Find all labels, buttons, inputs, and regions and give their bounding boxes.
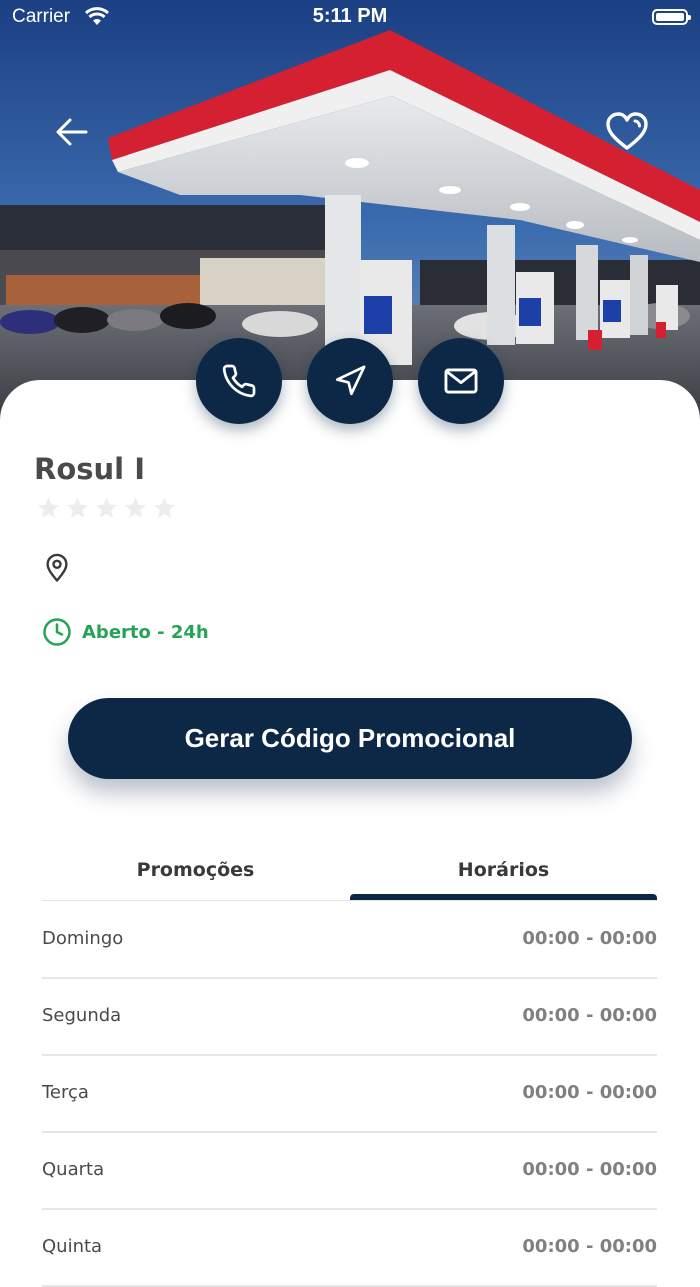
info-tabs: Promoções Horários: [42, 850, 657, 902]
star-icon[interactable]: [152, 496, 177, 520]
opening-status-label: Aberto - 24h: [82, 621, 209, 643]
opening-hours-list: Domingo 00:00 - 00:00 Segunda 00:00 - 00…: [42, 902, 657, 1287]
schedule-day: Terça: [42, 1082, 89, 1103]
star-icon[interactable]: [36, 496, 61, 520]
clock-icon: [43, 618, 71, 646]
schedule-day: Quinta: [42, 1236, 103, 1257]
status-bar: Carrier 5:11 PM: [0, 0, 700, 36]
schedule-hours: 00:00 - 00:00: [522, 928, 657, 949]
heart-icon: [606, 112, 648, 150]
schedule-hours: 00:00 - 00:00: [522, 1159, 657, 1180]
schedule-row: Quinta 00:00 - 00:00: [42, 1210, 657, 1287]
schedule-row: Quarta 00:00 - 00:00: [42, 1133, 657, 1210]
schedule-row: Segunda 00:00 - 00:00: [42, 979, 657, 1056]
rating-stars[interactable]: [36, 496, 177, 520]
schedule-hours: 00:00 - 00:00: [522, 1005, 657, 1026]
map-pin-icon: [46, 553, 68, 582]
schedule-hours: 00:00 - 00:00: [522, 1082, 657, 1103]
phone-icon: [222, 364, 256, 398]
tab-horarios[interactable]: Horários: [350, 850, 657, 898]
star-icon[interactable]: [123, 496, 148, 520]
favorite-button[interactable]: [604, 110, 650, 154]
email-button[interactable]: [418, 338, 504, 424]
tabs-divider: [42, 900, 657, 901]
opening-status: Aberto - 24h: [42, 617, 209, 647]
arrow-left-icon: [56, 118, 88, 146]
star-icon[interactable]: [94, 496, 119, 520]
back-button[interactable]: [52, 112, 92, 152]
tab-promocoes[interactable]: Promoções: [42, 850, 349, 898]
schedule-row: Terça 00:00 - 00:00: [42, 1056, 657, 1133]
directions-button[interactable]: [307, 338, 393, 424]
schedule-day: Segunda: [42, 1005, 122, 1026]
schedule-day: Domingo: [42, 928, 124, 949]
generate-promo-code-button[interactable]: Gerar Código Promocional: [68, 698, 632, 779]
star-icon[interactable]: [65, 496, 90, 520]
battery-icon: [652, 9, 691, 25]
mail-icon: [444, 368, 478, 394]
station-name: Rosul I: [34, 452, 145, 486]
active-tab-indicator: [350, 894, 657, 900]
schedule-hours: 00:00 - 00:00: [522, 1236, 657, 1257]
navigation-arrow-icon: [335, 365, 366, 396]
call-button[interactable]: [196, 338, 282, 424]
schedule-day: Quarta: [42, 1159, 105, 1180]
address-location[interactable]: [42, 552, 72, 588]
clock-time: 5:11 PM: [312, 5, 388, 27]
schedule-row: Domingo 00:00 - 00:00: [42, 902, 657, 979]
